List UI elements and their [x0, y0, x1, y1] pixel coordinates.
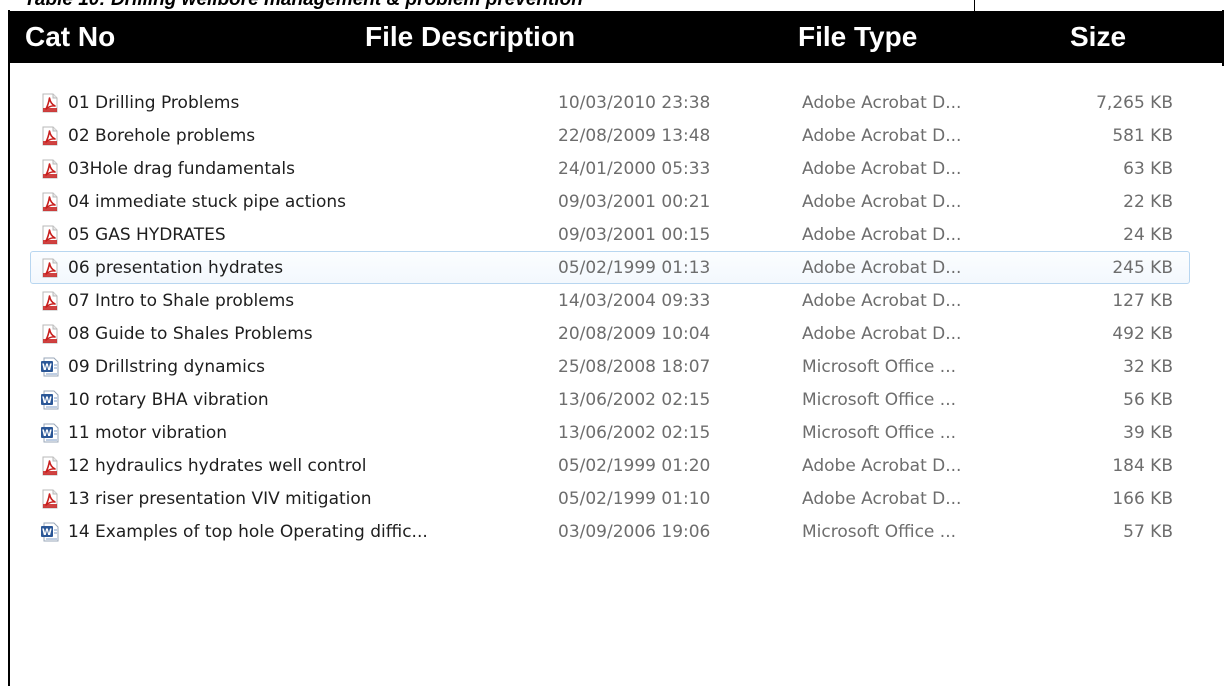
file-date-modified: 25/08/2008 18:07 — [558, 357, 711, 377]
file-size: 22 KB — [1123, 192, 1173, 212]
table-caption: Table 10: Drilling wellbore management &… — [24, 0, 583, 11]
header-file-description: File Description — [365, 21, 576, 52]
file-row[interactable]: 02 Borehole problems 22/08/2009 13:48 Adob… — [30, 119, 1190, 152]
file-name[interactable]: 05 GAS HYDRATES — [68, 225, 226, 245]
caption-divider — [974, 0, 975, 11]
word-icon: W — [40, 423, 60, 443]
file-name[interactable]: 12 hydraulics hydrates well control — [68, 456, 366, 476]
file-type: Adobe Acrobat D... — [802, 159, 962, 179]
file-name[interactable]: 10 rotary BHA vibration — [68, 390, 269, 410]
pdf-icon — [40, 126, 60, 146]
svg-text:W: W — [42, 429, 52, 439]
file-date-modified: 22/08/2009 13:48 — [558, 126, 711, 146]
word-icon: W — [40, 357, 60, 377]
file-name[interactable]: 13 riser presentation VIV mitigation — [68, 489, 372, 509]
file-date-modified: 05/02/1999 01:20 — [558, 456, 711, 476]
file-date-modified: 14/03/2004 09:33 — [558, 291, 711, 311]
file-date-modified: 09/03/2001 00:21 — [558, 192, 711, 212]
file-size: 39 KB — [1123, 423, 1173, 443]
pdf-icon — [40, 291, 60, 311]
file-date-modified: 20/08/2009 10:04 — [558, 324, 711, 344]
pdf-icon — [40, 159, 60, 179]
file-row[interactable]: 01 Drilling Problems 10/03/2010 23:38 Adob… — [30, 86, 1190, 119]
file-name[interactable]: 01 Drilling Problems — [68, 93, 239, 113]
header-file-type: File Type — [798, 21, 918, 52]
file-row[interactable]: 13 riser presentation VIV mitigation 05/0… — [30, 482, 1190, 515]
svg-text:W: W — [42, 396, 52, 406]
file-row[interactable]: 03Hole drag fundamentals 24/01/2000 05:33… — [30, 152, 1190, 185]
file-name[interactable]: 08 Guide to Shales Problems — [68, 324, 313, 344]
file-size: 127 KB — [1112, 291, 1173, 311]
header-size: Size — [1070, 21, 1127, 52]
file-date-modified: 24/01/2000 05:33 — [558, 159, 711, 179]
svg-text:W: W — [42, 363, 52, 373]
pdf-icon — [40, 324, 60, 344]
file-type: Microsoft Office ... — [802, 522, 957, 542]
file-date-modified: 05/02/1999 01:13 — [558, 258, 711, 278]
file-size: 492 KB — [1112, 324, 1173, 344]
file-type: Adobe Acrobat D... — [802, 93, 962, 113]
word-icon: W — [40, 390, 60, 410]
file-type: Adobe Acrobat D... — [802, 258, 962, 278]
file-size: 32 KB — [1123, 357, 1173, 377]
file-size: 184 KB — [1112, 456, 1173, 476]
file-name[interactable]: 02 Borehole problems — [68, 126, 255, 146]
pdf-icon — [40, 489, 60, 509]
file-row[interactable]: 04 immediate stuck pipe actions 09/03/200… — [30, 185, 1190, 218]
file-row[interactable]: 06 presentation hydrates 05/02/1999 01:13… — [30, 251, 1190, 284]
table-header: Cat No File Description File Type Size — [10, 11, 1222, 63]
file-date-modified: 13/06/2002 02:15 — [558, 423, 711, 443]
word-icon: W — [40, 522, 60, 542]
file-size: 581 KB — [1112, 126, 1173, 146]
file-date-modified: 09/03/2001 00:15 — [558, 225, 711, 245]
file-size: 56 KB — [1123, 390, 1173, 410]
file-name[interactable]: 04 immediate stuck pipe actions — [68, 192, 346, 212]
file-type: Adobe Acrobat D... — [802, 291, 962, 311]
table-left-border — [8, 10, 10, 686]
file-size: 7,265 KB — [1096, 93, 1173, 113]
file-row[interactable]: W 14 Examples of top hole Operating diffi… — [30, 515, 1190, 548]
file-row[interactable]: W 10 rotary BHA vibration 13/06/2002 02:15… — [30, 383, 1190, 416]
file-size: 245 KB — [1112, 258, 1173, 278]
pdf-icon — [40, 258, 60, 278]
table-right-border — [1222, 10, 1224, 66]
pdf-icon — [40, 456, 60, 476]
file-date-modified: 03/09/2006 19:06 — [558, 522, 711, 542]
file-size: 57 KB — [1123, 522, 1173, 542]
file-row[interactable]: W 11 motor vibration 13/06/2002 02:15 Micro… — [30, 416, 1190, 449]
file-type: Adobe Acrobat D... — [802, 192, 962, 212]
file-row[interactable]: 07 Intro to Shale problems 14/03/2004 09:… — [30, 284, 1190, 317]
pdf-icon — [40, 225, 60, 245]
pdf-icon — [40, 192, 60, 212]
file-name[interactable]: 03Hole drag fundamentals — [68, 159, 295, 179]
file-name[interactable]: 07 Intro to Shale problems — [68, 291, 294, 311]
pdf-icon — [40, 93, 60, 113]
file-size: 24 KB — [1123, 225, 1173, 245]
file-type: Adobe Acrobat D... — [802, 225, 962, 245]
file-type: Microsoft Office ... — [802, 357, 957, 377]
svg-text:W: W — [42, 528, 52, 538]
file-row[interactable]: 05 GAS HYDRATES 09/03/2001 00:15 Adobe Acr… — [30, 218, 1190, 251]
file-type: Adobe Acrobat D... — [802, 324, 962, 344]
header-cat-no: Cat No — [25, 21, 116, 52]
file-name[interactable]: 09 Drillstring dynamics — [68, 357, 265, 377]
file-list: 01 Drilling Problems 10/03/2010 23:38 Adob… — [30, 86, 1190, 548]
file-type: Adobe Acrobat D... — [802, 456, 962, 476]
file-type: Microsoft Office ... — [802, 423, 957, 443]
file-date-modified: 05/02/1999 01:10 — [558, 489, 711, 509]
file-name[interactable]: 06 presentation hydrates — [68, 258, 283, 278]
file-row[interactable]: W 09 Drillstring dynamics 25/08/2008 18:07… — [30, 350, 1190, 383]
file-size: 63 KB — [1123, 159, 1173, 179]
file-date-modified: 10/03/2010 23:38 — [558, 93, 711, 113]
file-type: Adobe Acrobat D... — [802, 489, 962, 509]
file-row[interactable]: 08 Guide to Shales Problems 20/08/2009 10… — [30, 317, 1190, 350]
file-row[interactable]: 12 hydraulics hydrates well control 05/02… — [30, 449, 1190, 482]
file-name[interactable]: 14 Examples of top hole Operating diffic… — [68, 522, 428, 542]
file-size: 166 KB — [1112, 489, 1173, 509]
file-date-modified: 13/06/2002 02:15 — [558, 390, 711, 410]
file-type: Microsoft Office ... — [802, 390, 957, 410]
file-type: Adobe Acrobat D... — [802, 126, 962, 146]
file-name[interactable]: 11 motor vibration — [68, 423, 227, 443]
